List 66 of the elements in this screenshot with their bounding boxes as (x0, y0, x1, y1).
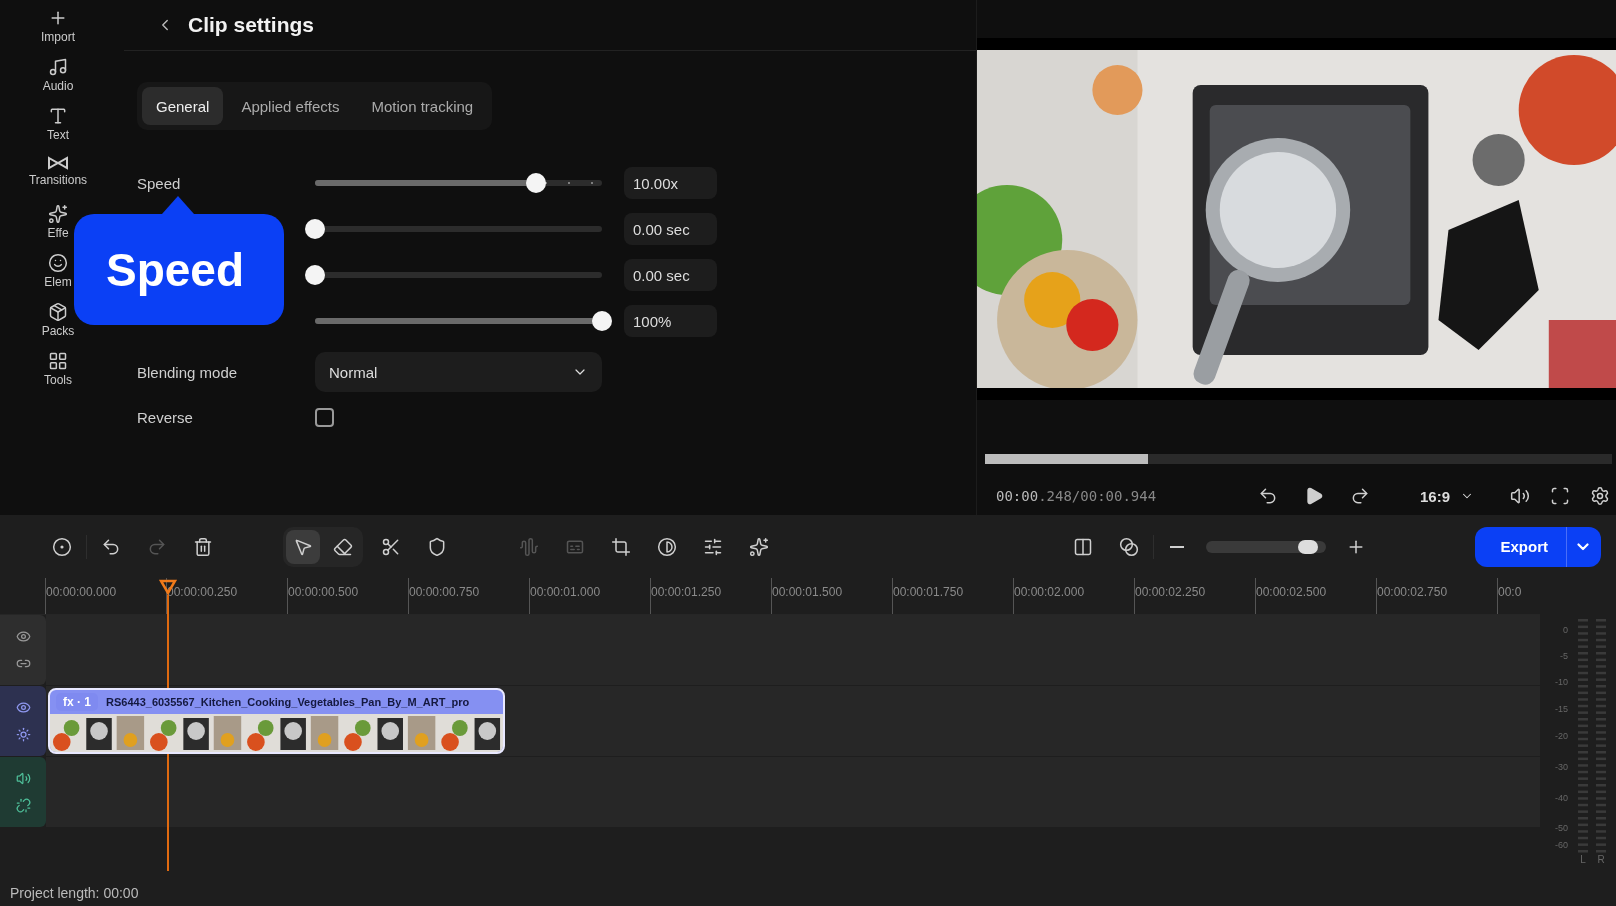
volume-icon[interactable] (15, 771, 31, 786)
package-icon (48, 302, 68, 322)
sparkles-icon (48, 204, 68, 224)
grid-icon (48, 351, 68, 371)
slider-thumb[interactable] (526, 173, 546, 193)
sliders-icon (703, 536, 723, 557)
tooltip: Speed (74, 196, 284, 325)
bowtie-icon (47, 155, 69, 171)
minus-icon (1170, 545, 1184, 548)
blend-mode-dropdown[interactable]: Normal (315, 352, 602, 392)
value-field[interactable]: 0.00 sec (624, 259, 717, 291)
trash-icon (193, 536, 213, 557)
tool-button[interactable] (286, 529, 320, 564)
waveform-icon (519, 536, 539, 557)
panel-title: Clip settings (188, 13, 314, 37)
shield-icon (427, 536, 447, 557)
sparkle-icon (749, 536, 769, 557)
sun-icon[interactable] (15, 727, 31, 742)
split-icon (1073, 536, 1093, 557)
slider-thumb[interactable] (305, 265, 325, 285)
playback-time: 00:00.248/00:00.944 (996, 488, 1158, 504)
settings-icon (1590, 486, 1611, 506)
redo-icon (1350, 486, 1370, 506)
volume-icon (1510, 486, 1531, 506)
blend-icon (1119, 536, 1139, 557)
smiley-icon (48, 253, 68, 273)
slider-thumb[interactable] (305, 219, 325, 239)
unlink-icon[interactable] (15, 798, 31, 813)
audio-meter: 0 -5 -10 -15 -20 -30 -40 -50 -60 L R (1540, 615, 1616, 865)
value-field[interactable]: 0.00 sec (624, 213, 717, 245)
field-label: Blending mode (137, 363, 239, 381)
text-icon (48, 106, 68, 126)
video-clip[interactable]: fx · 1 RS6443_6035567_Kitchen_Cooking_Vegetables_Pan_By_M_ART_pro (48, 688, 505, 754)
fullscreen-icon (1550, 486, 1571, 506)
contrast-icon (657, 536, 677, 557)
zoom-slider[interactable] (1206, 540, 1326, 553)
sidebar-item[interactable]: Audio (8, 57, 108, 102)
aspect-ratio-dropdown[interactable]: 16:9 (1414, 486, 1481, 506)
slider-thumb[interactable] (592, 311, 612, 331)
tab[interactable]: Applied effects (227, 87, 354, 125)
project-length: Project length: 00:00 (9, 884, 140, 903)
sidebar-item[interactable]: Text (8, 106, 108, 151)
progress-bar[interactable] (985, 454, 1612, 464)
eye-icon[interactable] (15, 629, 31, 644)
scissors-icon (381, 536, 401, 557)
eraser-icon (333, 536, 353, 557)
chevron-down-icon (1577, 542, 1589, 551)
clip-name: RS6443_6035567_Kitchen_Cooking_Vegetables_Pan_By_M_ART_pro (106, 696, 470, 708)
sidebar-item[interactable]: Import (8, 8, 108, 53)
export-button[interactable]: Export (1475, 526, 1567, 567)
eye-icon[interactable] (15, 700, 31, 715)
value-field[interactable]: 100% (624, 305, 717, 337)
undo-icon (1258, 486, 1278, 506)
record-icon (52, 536, 72, 557)
music-note-icon (48, 57, 68, 77)
reverse-checkbox[interactable] (315, 407, 334, 427)
field-label: Speed (137, 174, 182, 192)
effects-badge: fx · 1 (56, 693, 98, 711)
sidebar-item[interactable]: Tools (8, 351, 108, 396)
field-label: Reverse (137, 408, 194, 426)
value-field[interactable]: 10.00x (624, 167, 717, 199)
tab[interactable]: Motion tracking (357, 87, 488, 125)
zoom-thumb[interactable] (1298, 539, 1318, 554)
crop-icon (611, 536, 631, 557)
play-icon (1304, 486, 1324, 506)
tab[interactable]: General (142, 87, 224, 125)
